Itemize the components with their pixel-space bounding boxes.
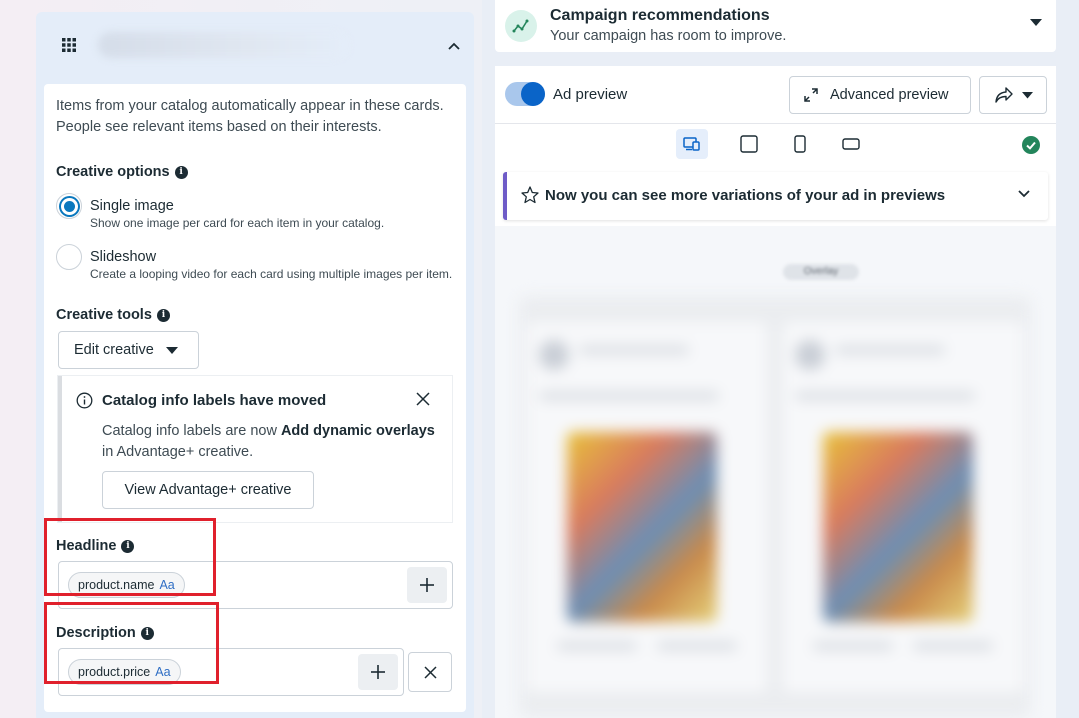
expand-icon (804, 88, 818, 102)
caret-down-icon (165, 346, 178, 354)
catalog-labels-notice: Catalog info labels have moved Catalog i… (58, 376, 452, 522)
landscape-icon[interactable] (835, 129, 867, 159)
recommendations-subtitle: Your campaign has room to improve. (550, 28, 787, 44)
notice-body-suffix: in Advantage+ creative. (102, 444, 254, 460)
single-image-desc: Show one image per card for each item in… (90, 216, 385, 230)
advanced-preview-label: Advanced preview (830, 87, 949, 103)
description-highlight (44, 602, 219, 684)
option-slideshow[interactable]: Slideshow Create a looping video for eac… (56, 244, 460, 282)
info-icon[interactable]: i (156, 308, 170, 322)
check-circle-icon (1022, 136, 1040, 154)
blurred-ad-preview (519, 296, 1031, 718)
desktop-mobile-icon[interactable] (676, 129, 708, 159)
share-icon (994, 87, 1013, 103)
panel-header (36, 12, 474, 84)
ad-preview-toggle[interactable] (505, 82, 545, 106)
preview-toolbar: Ad preview Advanced preview (495, 66, 1056, 124)
variations-banner-text: Now you can see more variations of your … (545, 187, 946, 204)
ad-preview-label: Ad preview (553, 86, 628, 103)
preview-column: Campaign recommendations Your campaign h… (482, 0, 1079, 718)
notice-body-bold: Add dynamic overlays (280, 423, 435, 439)
square-icon[interactable] (733, 129, 765, 159)
recommendations-title: Campaign recommendations (550, 7, 770, 24)
headline-highlight (44, 518, 216, 596)
edit-creative-button[interactable]: Edit creative (58, 331, 199, 369)
advanced-preview-button[interactable]: Advanced preview (789, 76, 971, 114)
slideshow-title: Slideshow (90, 249, 157, 265)
phone-icon[interactable] (784, 129, 816, 159)
info-icon[interactable]: i (174, 165, 188, 179)
overlay-pill: Overlay (783, 264, 859, 280)
creative-options-label: Creative options (56, 164, 170, 180)
chevron-down-icon[interactable] (1018, 190, 1030, 198)
remove-description-button[interactable] (408, 652, 452, 692)
device-selector (495, 125, 1056, 165)
single-image-title: Single image (90, 198, 174, 214)
blurred-ad-card (527, 322, 767, 692)
option-single-image[interactable]: Single image Show one image per card for… (56, 193, 460, 231)
grid-icon (62, 38, 76, 52)
add-headline-button[interactable] (407, 567, 447, 603)
ad-preview-canvas: Overlay (495, 226, 1056, 718)
trend-icon (505, 10, 537, 42)
notice-body: Catalog info labels are now Add dynamic … (102, 421, 447, 463)
chevron-up-icon[interactable] (442, 34, 466, 58)
view-advantage-creative-button[interactable]: View Advantage+ creative (102, 471, 314, 509)
caret-down-icon (1021, 91, 1033, 98)
blurred-ad-card (783, 322, 1023, 692)
creative-options-heading: Creative options i (56, 164, 188, 180)
campaign-recommendations[interactable]: Campaign recommendations Your campaign h… (495, 0, 1056, 52)
catalog-intro-text: Items from your catalog automatically ap… (56, 98, 444, 135)
slideshow-desc: Create a looping video for each card usi… (90, 267, 453, 281)
info-circle-icon (76, 392, 93, 409)
caret-down-icon[interactable] (1030, 19, 1042, 27)
close-icon[interactable] (416, 392, 430, 406)
plus-icon (371, 665, 385, 679)
star-icon (521, 186, 539, 204)
notice-title: Catalog info labels have moved (102, 392, 327, 409)
creative-tools-heading: Creative tools i (56, 307, 170, 323)
share-button[interactable] (979, 76, 1047, 114)
notice-body-prefix: Catalog info labels are now (102, 423, 281, 439)
creative-tools-label: Creative tools (56, 307, 152, 323)
single-image-radio[interactable] (56, 193, 82, 219)
slideshow-radio[interactable] (56, 244, 82, 270)
close-icon (423, 665, 437, 679)
edit-creative-label: Edit creative (74, 342, 154, 358)
variations-banner[interactable]: Now you can see more variations of your … (503, 172, 1048, 220)
add-description-button[interactable] (358, 654, 398, 690)
redacted-title (98, 32, 348, 58)
ad-preview-panel: Ad preview Advanced preview Now you can … (495, 66, 1056, 718)
plus-icon (420, 578, 434, 592)
